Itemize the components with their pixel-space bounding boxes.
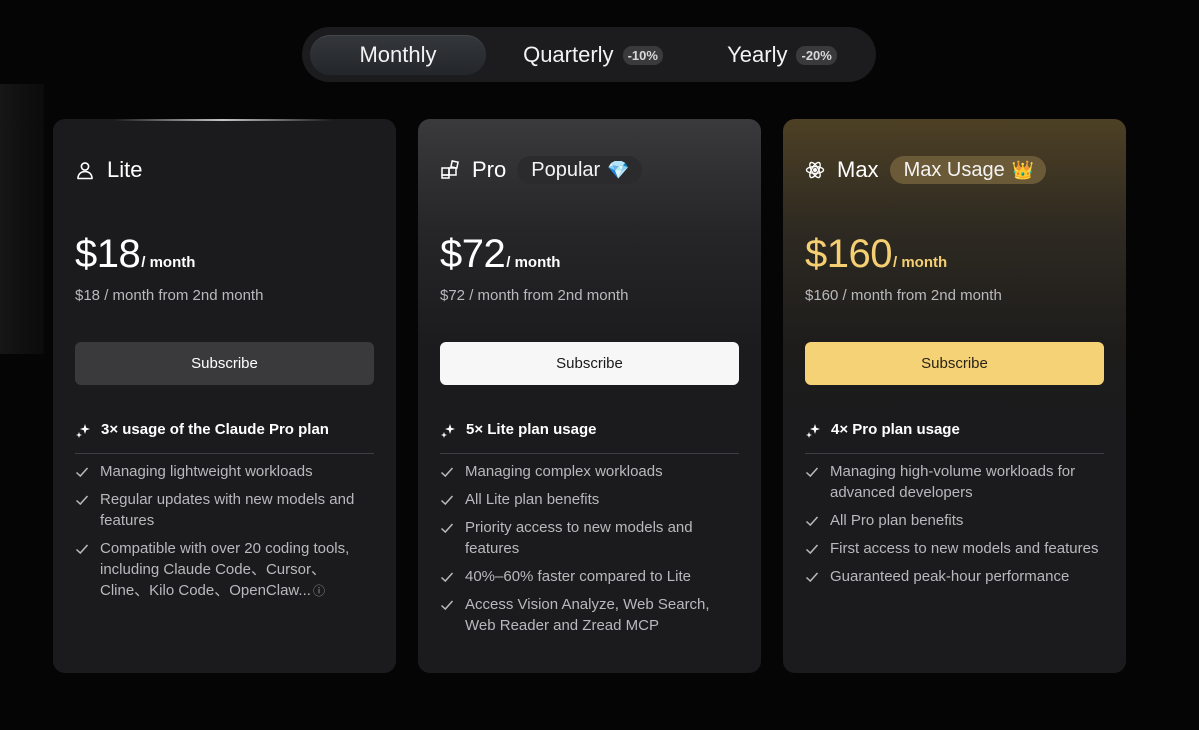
feature-item: Managing lightweight workloads — [75, 461, 374, 482]
popular-badge: Popular 💎 — [517, 156, 642, 184]
check-icon — [440, 495, 454, 506]
feature-text: First access to new models and features — [830, 540, 1099, 557]
price-period: / month — [892, 254, 948, 271]
feature-item: First access to new models and features — [805, 538, 1104, 559]
check-icon — [805, 544, 819, 555]
feature-text: Managing lightweight workloads — [100, 463, 313, 480]
billing-option-monthly[interactable]: Monthly — [310, 35, 486, 75]
badge-label: Max Usage — [903, 158, 1005, 181]
feature-text: Guaranteed peak-hour performance — [830, 568, 1070, 585]
check-icon — [440, 523, 454, 534]
feature-text: Managing complex workloads — [465, 463, 663, 480]
discount-badge: -10% — [622, 45, 663, 65]
price-note: $72 / month from 2nd month — [440, 287, 629, 304]
price-row: $160 / month — [805, 232, 947, 277]
feature-text: Regular updates with new models and feat… — [100, 491, 355, 529]
feature-item: Guaranteed peak-hour performance — [805, 566, 1104, 587]
price-period: / month — [141, 254, 196, 271]
background-glow — [0, 84, 44, 354]
feature-item: Priority access to new models and featur… — [440, 517, 739, 559]
feature-text: 40%–60% faster compared to Lite — [465, 568, 691, 585]
atom-icon — [805, 160, 825, 180]
price-row: $18 / month — [75, 232, 195, 277]
card-highlight-line — [113, 119, 333, 121]
feature-header: 3× usage of the Claude Pro plan — [75, 421, 374, 454]
feature-text: Compatible with over 20 coding tools, in… — [100, 540, 350, 599]
check-icon — [75, 495, 89, 506]
check-icon — [805, 467, 819, 478]
feature-text: All Pro plan benefits — [830, 512, 964, 529]
check-icon — [805, 516, 819, 527]
plan-name: Lite — [107, 157, 143, 182]
price-period: / month — [506, 254, 561, 271]
check-icon — [440, 467, 454, 478]
feature-item: Access Vision Analyze, Web Search, Web R… — [440, 594, 739, 636]
feature-item: Regular updates with new models and feat… — [75, 489, 374, 531]
subscribe-button-max[interactable]: Subscribe — [805, 342, 1104, 385]
crown-icon: 👑 — [1011, 159, 1035, 180]
feature-item: Compatible with over 20 coding tools, in… — [75, 538, 374, 602]
sparkle-icon — [76, 424, 90, 438]
feature-item: All Pro plan benefits — [805, 510, 1104, 531]
feature-item: 40%–60% faster compared to Lite — [440, 566, 739, 587]
feature-list: Managing complex workloads All Lite plan… — [440, 461, 739, 643]
feature-text-container: Compatible with over 20 coding tools, in… — [100, 538, 374, 602]
plan-price: $18 — [75, 232, 141, 276]
billing-option-label: Quarterly — [523, 42, 614, 67]
sparkle-icon — [806, 424, 820, 438]
feature-item: All Lite plan benefits — [440, 489, 739, 510]
feature-text: Managing high-volume workloads for advan… — [830, 463, 1076, 501]
check-icon — [75, 544, 89, 555]
subscribe-button-lite[interactable]: Subscribe — [75, 342, 374, 385]
billing-option-yearly[interactable]: Yearly -20% — [712, 35, 852, 75]
feature-header-text: 5× Lite plan usage — [466, 421, 597, 438]
check-icon — [440, 600, 454, 611]
feature-list: Managing lightweight workloads Regular u… — [75, 461, 374, 609]
billing-option-label: Monthly — [359, 42, 437, 67]
info-icon[interactable]: ⓘ — [313, 581, 325, 602]
pricing-page: Monthly Quarterly -10% Yearly -20% Lite … — [0, 0, 1199, 730]
feature-item: Managing high-volume workloads for advan… — [805, 461, 1104, 503]
feature-text: All Lite plan benefits — [465, 491, 600, 508]
feature-header: 5× Lite plan usage — [440, 421, 739, 454]
badge-label: Popular — [531, 158, 601, 181]
feature-item: Managing complex workloads — [440, 461, 739, 482]
plan-price: $160 — [805, 232, 892, 276]
user-icon — [75, 160, 95, 180]
plan-card-pro: Pro Popular 💎 $72 / month $72 / month fr… — [418, 119, 761, 673]
plan-header: Max Max Usage 👑 — [805, 156, 1047, 184]
price-row: $72 / month — [440, 232, 560, 277]
plan-name: Max — [837, 157, 879, 182]
feature-header-text: 4× Pro plan usage — [831, 421, 960, 438]
plan-header: Lite — [75, 156, 142, 184]
feature-header-text: 3× usage of the Claude Pro plan — [101, 421, 329, 438]
billing-option-label: Yearly — [727, 42, 788, 67]
billing-option-quarterly[interactable]: Quarterly -10% — [508, 35, 678, 75]
subscribe-button-pro[interactable]: Subscribe — [440, 342, 739, 385]
check-icon — [805, 572, 819, 583]
feature-list: Managing high-volume workloads for advan… — [805, 461, 1104, 594]
feature-text: Priority access to new models and featur… — [465, 519, 693, 557]
price-note: $160 / month from 2nd month — [805, 287, 1002, 304]
plan-header: Pro Popular 💎 — [440, 156, 642, 184]
blocks-icon — [440, 160, 460, 180]
plan-card-max: Max Max Usage 👑 $160 / month $160 / mont… — [783, 119, 1126, 673]
sparkle-icon — [441, 424, 455, 438]
price-note: $18 / month from 2nd month — [75, 287, 264, 304]
plan-name: Pro — [472, 157, 507, 182]
check-icon — [440, 572, 454, 583]
feature-header: 4× Pro plan usage — [805, 421, 1104, 454]
feature-text: Access Vision Analyze, Web Search, Web R… — [465, 596, 710, 634]
plan-card-lite: Lite $18 / month $18 / month from 2nd mo… — [53, 119, 396, 673]
discount-badge: -20% — [796, 45, 837, 65]
diamond-icon: 💎 — [607, 159, 630, 180]
max-usage-badge: Max Usage 👑 — [889, 156, 1047, 184]
billing-period-toggle: Monthly Quarterly -10% Yearly -20% — [302, 27, 876, 82]
plan-price: $72 — [440, 232, 506, 276]
check-icon — [75, 467, 89, 478]
